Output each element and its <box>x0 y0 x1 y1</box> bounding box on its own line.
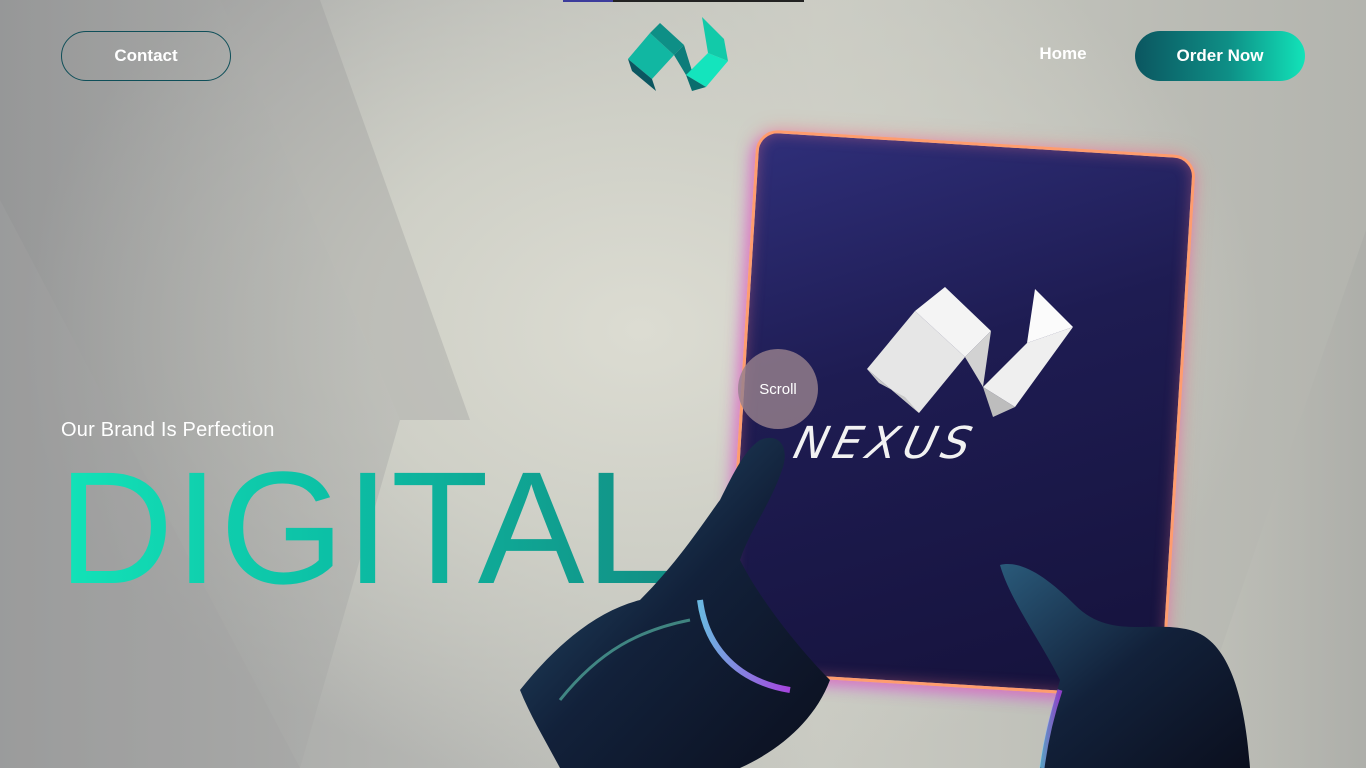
scroll-button[interactable]: Scroll <box>738 349 818 429</box>
order-now-button[interactable]: Order Now <box>1135 31 1305 81</box>
tablet-brand-wordmark: NEXUS <box>788 418 983 469</box>
hero-title: DIGITAL <box>58 438 676 617</box>
nexus-n-logo-icon[interactable] <box>626 15 730 93</box>
scroll-label: Scroll <box>759 380 797 398</box>
contact-button[interactable]: Contact <box>61 31 231 81</box>
nav-home-link[interactable]: Home <box>1028 44 1098 66</box>
nexus-n-logo-icon <box>867 287 1073 417</box>
top-accent-line <box>563 0 804 2</box>
